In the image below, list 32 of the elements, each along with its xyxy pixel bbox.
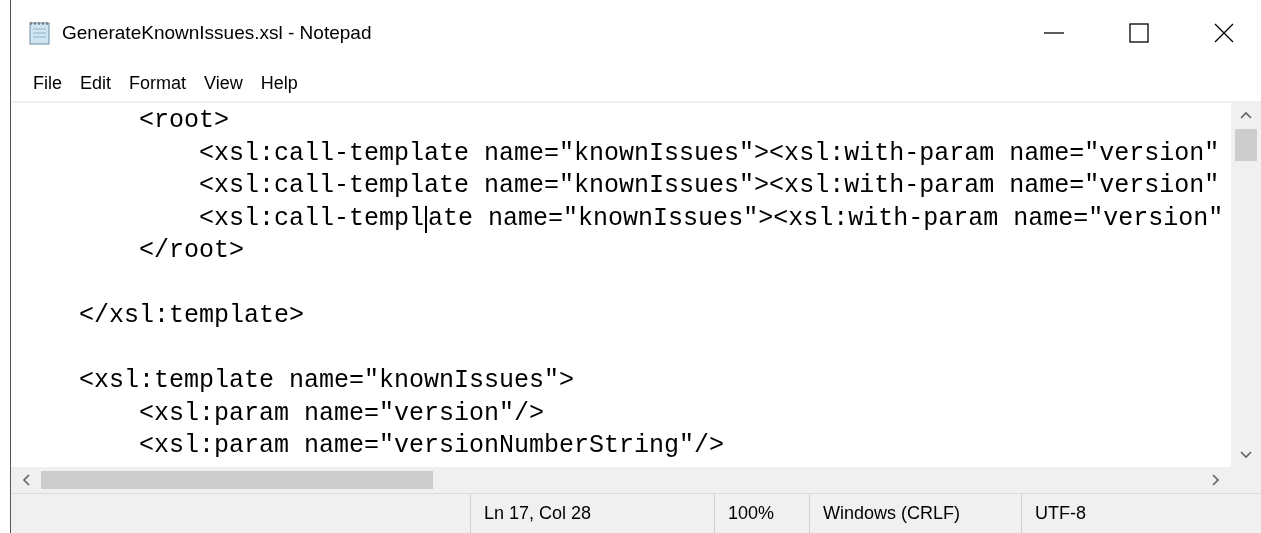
code-text: <xsl:param name="version"/>: [138, 398, 545, 428]
menu-item[interactable]: View: [196, 68, 251, 98]
chevron-left-icon: [22, 474, 30, 486]
status-text: 100%: [714, 494, 809, 533]
menu-item[interactable]: Format: [121, 68, 195, 98]
menu-item[interactable]: Help: [252, 68, 306, 98]
menu-item[interactable]: File: [25, 68, 70, 98]
code-text: <root>: [138, 106, 230, 135]
code-text: <xsl:template name="knownIssues">: [78, 366, 575, 395]
text-caret: [425, 205, 428, 233]
minimize-icon: [1043, 31, 1064, 34]
status-text: Ln 17, Col 28: [470, 494, 714, 533]
code-text: </root>: [138, 236, 245, 265]
status-text: UTF-8: [1021, 494, 1211, 533]
notepad-icon: [28, 19, 52, 46]
scroll-thumb[interactable]: [1235, 129, 1257, 161]
chevron-right-icon: [1212, 474, 1220, 486]
code-text: <xsl:call-template name="knownIssues"><xsl:with-param name="version": [198, 138, 1220, 168]
chevron-up-icon: [1240, 111, 1252, 119]
code-text: ate name="knownIssues"><xsl:with-param name="version": [428, 203, 1224, 233]
status-text: Windows (CRLF): [809, 494, 1021, 533]
code-text: </xsl:template>: [78, 301, 305, 330]
code-text: <xsl:call-templ: [198, 203, 425, 233]
code-text: <xsl:call-template name="knownIssues"><xsl:with-param name="version": [198, 171, 1220, 200]
close-icon: [1213, 22, 1234, 43]
code-text: <xsl:param name="versionNumberString"/>: [138, 431, 725, 460]
vertical-scrollbar[interactable]: [1231, 103, 1261, 467]
maximize-icon: [1128, 22, 1149, 43]
chevron-down-icon: [1240, 451, 1252, 459]
menu-item[interactable]: Edit: [72, 68, 120, 98]
window-title: GenerateKnownIssues.xsl - Notepad: [62, 21, 373, 44]
scroll-thumb[interactable]: [41, 471, 433, 489]
